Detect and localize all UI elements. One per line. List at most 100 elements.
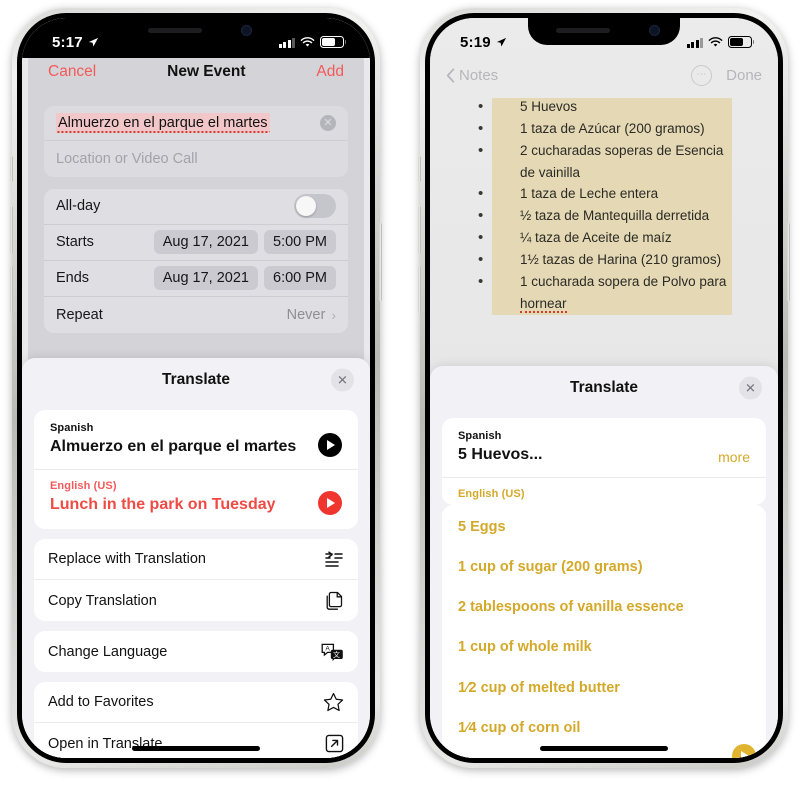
all-day-toggle[interactable] bbox=[294, 194, 336, 218]
power-button[interactable] bbox=[379, 223, 382, 301]
close-icon[interactable]: ✕ bbox=[739, 376, 762, 400]
starts-label: Starts bbox=[56, 234, 94, 250]
change-language-item[interactable]: Change Language A 文 bbox=[34, 631, 358, 672]
notch-left bbox=[120, 18, 272, 45]
all-day-row[interactable]: All-day bbox=[44, 189, 348, 225]
volume-up-button[interactable] bbox=[10, 206, 13, 254]
note-bullet-list: 5 Huevos 1 taza de Azúcar (200 gramos) 2 c… bbox=[430, 95, 778, 315]
iphone-right: 5:19 Notes ⋯ Done • 5 Huevos • 1 taza de… bbox=[418, 8, 790, 768]
ellipsis-circle-icon[interactable]: ⋯ bbox=[691, 64, 713, 86]
page-title: New Event bbox=[167, 63, 246, 80]
close-icon[interactable]: ✕ bbox=[331, 368, 354, 392]
battery-icon bbox=[728, 36, 755, 48]
translated-line: 1 cup of sugar (200 grams) bbox=[458, 559, 643, 576]
chevron-left-icon bbox=[446, 67, 455, 83]
translated-line: 1⁄2 cup of melted butter bbox=[458, 679, 620, 696]
location-arrow-icon bbox=[88, 37, 98, 46]
calendar-new-event-screen: 5:17 Cancel New Event Add Almuerzo en el… bbox=[22, 18, 370, 758]
translated-line: 1 cup of whole milk bbox=[458, 639, 592, 656]
target-segment: English (US) bbox=[442, 477, 766, 505]
event-title-value[interactable]: Almuerzo en el parque el martes bbox=[56, 113, 270, 133]
notes-navbar-actions: ⋯ Done bbox=[691, 64, 762, 86]
repeat-value: Never bbox=[286, 306, 326, 323]
done-button[interactable]: Done bbox=[726, 67, 762, 84]
starts-row[interactable]: Starts Aug 17, 2021 5:00 PM bbox=[44, 225, 348, 261]
ends-date-button[interactable]: Aug 17, 2021 bbox=[153, 266, 258, 290]
translate-sheet-right: Translate ✕ Spanish 5 Huevos... more Eng… bbox=[430, 366, 778, 758]
event-title-field[interactable]: Almuerzo en el parque el martes ✕ bbox=[44, 106, 348, 141]
clear-circle-icon[interactable]: ✕ bbox=[320, 114, 336, 131]
translated-line: 2 tablespoons of vanilla essence bbox=[458, 599, 684, 616]
notes-screen: 5:19 Notes ⋯ Done • 5 Huevos • 1 taza de… bbox=[430, 18, 778, 758]
change-language-label: Change Language bbox=[48, 643, 168, 660]
device-bezel-right: 5:19 Notes ⋯ Done • 5 Huevos • 1 taza de… bbox=[425, 13, 783, 763]
note-item-text: 1½ tazas de Harina (210 gramos) bbox=[520, 252, 722, 268]
source-phrase: 5 Huevos... bbox=[458, 446, 543, 463]
source-language-label: Spanish bbox=[458, 430, 502, 442]
home-indicator-left[interactable] bbox=[132, 746, 260, 751]
volume-up-button[interactable] bbox=[418, 206, 421, 254]
spellcheck-word: hornear bbox=[520, 295, 567, 314]
more-link[interactable]: more bbox=[718, 449, 750, 465]
home-indicator-right[interactable] bbox=[540, 746, 668, 751]
volume-down-button[interactable] bbox=[418, 266, 421, 314]
starts-date-button[interactable]: Aug 17, 2021 bbox=[153, 230, 258, 254]
translate-sheet-title: Translate bbox=[569, 379, 639, 396]
mute-switch[interactable] bbox=[418, 156, 421, 182]
volume-down-button[interactable] bbox=[10, 266, 13, 314]
power-button[interactable] bbox=[787, 223, 790, 301]
add-button[interactable]: Add bbox=[316, 63, 344, 81]
add-to-favorites-item[interactable]: Add to Favorites bbox=[34, 682, 358, 723]
change-language-icon: A 文 bbox=[321, 643, 343, 661]
copy-translation-label: Copy Translation bbox=[48, 592, 157, 609]
open-in-translate-item[interactable]: Open in Translate bbox=[34, 723, 358, 758]
translation-card: Spanish 5 Huevos... more English (US) bbox=[442, 418, 766, 505]
cellular-bars-icon bbox=[278, 37, 295, 48]
status-time-right: 5:19 bbox=[460, 34, 507, 51]
copy-icon bbox=[326, 591, 343, 610]
note-list-item: 1 cucharada sopera de Polvo para hornear bbox=[460, 270, 732, 315]
all-day-label: All-day bbox=[56, 198, 101, 214]
translated-line: 1⁄4 cup of corn oil bbox=[458, 719, 581, 736]
cancel-button[interactable]: Cancel bbox=[48, 63, 96, 81]
note-item-text: 1 taza de Azúcar (200 gramos) bbox=[520, 120, 705, 136]
source-segment: Spanish Almuerzo en el parque el martes bbox=[34, 412, 358, 469]
status-indicators-right bbox=[686, 36, 755, 48]
starts-time-button[interactable]: 5:00 PM bbox=[264, 230, 336, 254]
chevron-right-icon: › bbox=[331, 306, 336, 323]
add-to-favorites-label: Add to Favorites bbox=[48, 694, 154, 710]
svg-text:文: 文 bbox=[333, 650, 340, 659]
notes-navbar: Notes ⋯ Done bbox=[430, 58, 778, 92]
status-time-text: 5:19 bbox=[460, 33, 491, 51]
target-language-label: English (US) bbox=[458, 488, 525, 500]
device-bezel-left: 5:17 Cancel New Event Add Almuerzo en el… bbox=[17, 13, 375, 763]
note-list-item: 5 Huevos bbox=[460, 95, 732, 119]
target-play-icon[interactable] bbox=[318, 491, 342, 515]
replace-with-translation-item[interactable]: Replace with Translation bbox=[34, 539, 358, 580]
note-item-text: ½ taza de Mantequilla derretida bbox=[520, 208, 710, 224]
event-location-field[interactable]: Location or Video Call bbox=[44, 141, 348, 177]
mute-switch[interactable] bbox=[10, 156, 13, 182]
ends-time-button[interactable]: 6:00 PM bbox=[264, 266, 336, 290]
screen-left: 5:17 Cancel New Event Add Almuerzo en el… bbox=[22, 18, 370, 758]
repeat-row[interactable]: Repeat Never › bbox=[44, 297, 348, 333]
front-camera bbox=[241, 25, 252, 36]
ends-label: Ends bbox=[56, 270, 90, 286]
note-list-item: 2 cucharadas soperas de Esencia de vaini… bbox=[460, 139, 732, 184]
earpiece-speaker bbox=[556, 28, 610, 33]
copy-translation-item[interactable]: Copy Translation bbox=[34, 580, 358, 621]
translate-sheet-header: Translate ✕ bbox=[22, 358, 370, 402]
note-list-item: 1 taza de Leche entera bbox=[460, 182, 732, 206]
ends-row[interactable]: Ends Aug 17, 2021 6:00 PM bbox=[44, 261, 348, 297]
event-title-group: Almuerzo en el parque el martes ✕ Locati… bbox=[44, 106, 348, 177]
translate-sheet-title: Translate bbox=[161, 371, 231, 388]
source-play-icon[interactable] bbox=[318, 433, 342, 457]
source-language-label: Spanish bbox=[50, 422, 94, 434]
note-content[interactable]: 5 Huevos 1 taza de Azúcar (200 gramos) 2 c… bbox=[430, 92, 778, 315]
back-to-notes-button[interactable]: Notes bbox=[446, 67, 498, 84]
battery-icon bbox=[320, 36, 347, 48]
front-camera bbox=[649, 25, 660, 36]
wifi-icon bbox=[708, 36, 723, 47]
location-arrow-icon bbox=[496, 37, 506, 46]
translate-sheet-left: Translate ✕ Spanish Almuerzo en el parqu… bbox=[22, 358, 370, 758]
